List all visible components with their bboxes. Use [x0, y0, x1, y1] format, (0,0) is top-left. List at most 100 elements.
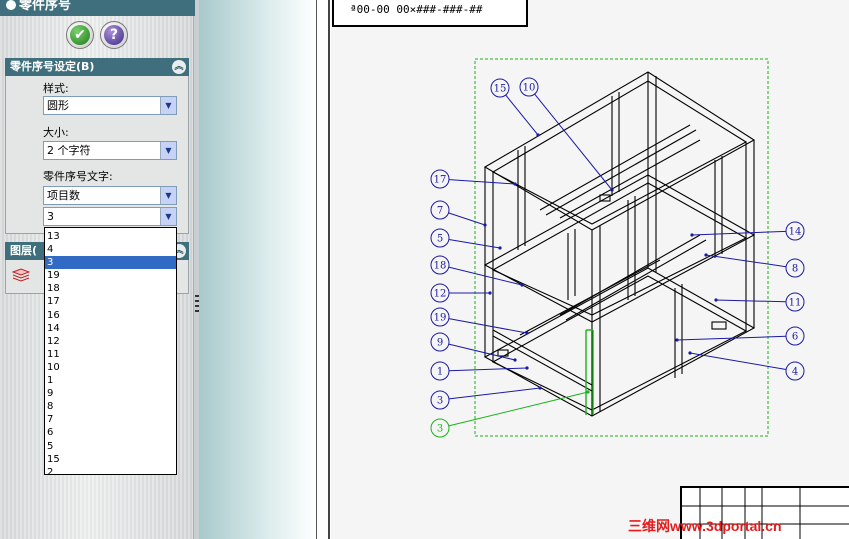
- balloon-attach-dot: [675, 338, 679, 342]
- dropdown-option[interactable]: 15: [45, 453, 176, 466]
- dropdown-option[interactable]: 16: [45, 309, 176, 322]
- chevron-down-icon[interactable]: ▼: [160, 142, 176, 159]
- balloon-label: 6: [792, 332, 798, 343]
- dropdown-option[interactable]: 8: [45, 400, 176, 413]
- layer-group-title: 图层(: [10, 244, 38, 257]
- balloon-label: 19: [434, 313, 447, 324]
- balloon-label: 15: [494, 84, 507, 95]
- balloon-leader: [448, 367, 528, 372]
- balloon[interactable]: 17: [430, 169, 517, 189]
- balloon-leader: [715, 299, 787, 303]
- balloon-attach-dot: [586, 390, 590, 394]
- balloon[interactable]: 12: [430, 283, 492, 303]
- balloon-leader: [448, 391, 589, 427]
- balloon[interactable]: 3: [430, 386, 542, 410]
- dropdown-option[interactable]: 14: [45, 322, 176, 335]
- balloon[interactable]: 3: [430, 390, 590, 438]
- dropdown-option[interactable]: 10: [45, 361, 176, 374]
- chevron-down-icon[interactable]: ▼: [160, 97, 176, 114]
- check-icon: ✔: [70, 25, 90, 45]
- item-number-select[interactable]: 3 ▼: [43, 207, 177, 226]
- balloon-label: 10: [523, 83, 536, 94]
- balloon-text-select-value: 项目数: [47, 189, 80, 202]
- panel-title-text: 零件序号: [19, 0, 72, 13]
- size-select[interactable]: 2 个字符 ▼: [43, 141, 177, 160]
- balloon-attach-dot: [520, 283, 524, 287]
- help-button[interactable]: ?: [100, 21, 128, 49]
- balloon-label: 7: [437, 206, 443, 217]
- drawing-view[interactable]: ª00-00 00×###-###-## 15 1017751812199133…: [331, 0, 849, 539]
- question-icon: ?: [104, 25, 124, 45]
- balloon-label: 8: [792, 264, 798, 275]
- dropdown-option[interactable]: 11: [45, 348, 176, 361]
- dropdown-option[interactable]: 3: [45, 256, 176, 270]
- balloon-settings-group-header[interactable]: 零件序号设定(B) ︽: [5, 58, 189, 76]
- dropdown-option[interactable]: 2: [45, 466, 176, 479]
- dropdown-option[interactable]: 19: [45, 269, 176, 282]
- balloon[interactable]: 11: [714, 292, 805, 312]
- balloon-leader: [448, 387, 541, 400]
- balloon-label: 17: [434, 175, 447, 186]
- view-boundary[interactable]: [474, 58, 769, 437]
- dropdown-option[interactable]: 9: [45, 387, 176, 400]
- balloon-label: 18: [434, 261, 447, 272]
- balloon-label: 5: [437, 234, 443, 245]
- balloon[interactable]: 1: [430, 361, 529, 381]
- balloon[interactable]: 7: [430, 200, 487, 227]
- balloon-leader: [505, 94, 539, 136]
- balloon-attach-dot: [688, 351, 692, 355]
- balloon-layer[interactable]: 15 10 17 7 5 18 12 19 9 1 3 3 14 8 11 6 4: [430, 77, 805, 438]
- dropdown-option[interactable]: 12: [45, 335, 176, 348]
- drawing-sheet[interactable]: ª00-00 00×###-###-## 15 10 17 7 5 18 12 …: [331, 0, 849, 539]
- balloon-leader: [689, 352, 787, 370]
- balloon-leader: [676, 335, 787, 341]
- item-number-dropdown-list[interactable]: 13 4 3 19 18 17 16 14 12 11 10 1 9 8 7 6 5 15 2: [44, 227, 177, 478]
- balloon-leader: [448, 212, 486, 226]
- watermark: 三维网www.3dportal.cn: [628, 518, 782, 534]
- style-label: 样式:: [43, 82, 69, 95]
- balloon-label: 11: [789, 298, 802, 309]
- dropdown-option[interactable]: 7: [45, 413, 176, 426]
- dropdown-option[interactable]: 13: [45, 230, 176, 243]
- chevron-up-icon[interactable]: ︽: [172, 60, 186, 74]
- balloon-label: 1: [437, 367, 443, 378]
- balloon-leader: [448, 179, 516, 185]
- style-select[interactable]: 圆形 ▼: [43, 96, 177, 115]
- dropdown-option[interactable]: 17: [45, 295, 176, 308]
- balloon-text-select[interactable]: 项目数 ▼: [43, 186, 177, 205]
- balloon-leader: [448, 318, 528, 334]
- drawing-number-text: ª00-00 00×###-###-##: [350, 3, 483, 16]
- balloon-attach-dot: [690, 233, 694, 237]
- balloon[interactable]: 10: [519, 77, 614, 192]
- graphics-background: [199, 0, 316, 539]
- chevron-down-icon[interactable]: ▼: [160, 208, 176, 225]
- balloon-attach-dot: [714, 298, 718, 302]
- balloon-text-label: 零件序号文字:: [43, 170, 113, 183]
- balloon-attach-dot: [538, 386, 542, 390]
- balloon-label: 14: [789, 227, 802, 238]
- balloon-label: 4: [792, 367, 798, 378]
- balloon-label: 9: [437, 338, 443, 349]
- balloon-attach-dot: [525, 366, 529, 370]
- balloon[interactable]: 5: [430, 228, 502, 250]
- ok-button[interactable]: ✔: [66, 21, 94, 49]
- dropdown-option[interactable]: 18: [45, 282, 176, 295]
- dropdown-option[interactable]: 4: [45, 243, 176, 256]
- layers-icon[interactable]: [12, 268, 30, 282]
- balloon-settings-title: 零件序号设定(B): [10, 60, 95, 73]
- balloon-attach-dot: [488, 291, 492, 295]
- dropdown-option[interactable]: 5: [45, 440, 176, 453]
- item-number-select-value: 3: [47, 210, 54, 223]
- balloon[interactable]: 4: [688, 351, 805, 381]
- balloon-label: 12: [434, 289, 447, 300]
- chevron-down-icon[interactable]: ▼: [160, 187, 176, 204]
- dropdown-option[interactable]: 1: [45, 374, 176, 387]
- panel-title: 零件序号: [0, 0, 195, 16]
- frame-assembly[interactable]: [483, 71, 756, 417]
- balloon[interactable]: 19: [430, 307, 529, 335]
- balloon-attach-dot: [610, 188, 614, 192]
- property-manager-panel: 零件序号 ✔ ? 零件序号设定(B) ︽ 样式: 圆形 ▼ 大小: 2 个字符 …: [0, 0, 195, 539]
- dropdown-option[interactable]: 6: [45, 426, 176, 439]
- balloon-attach-dot: [704, 253, 708, 257]
- balloon-label: 3: [437, 424, 443, 435]
